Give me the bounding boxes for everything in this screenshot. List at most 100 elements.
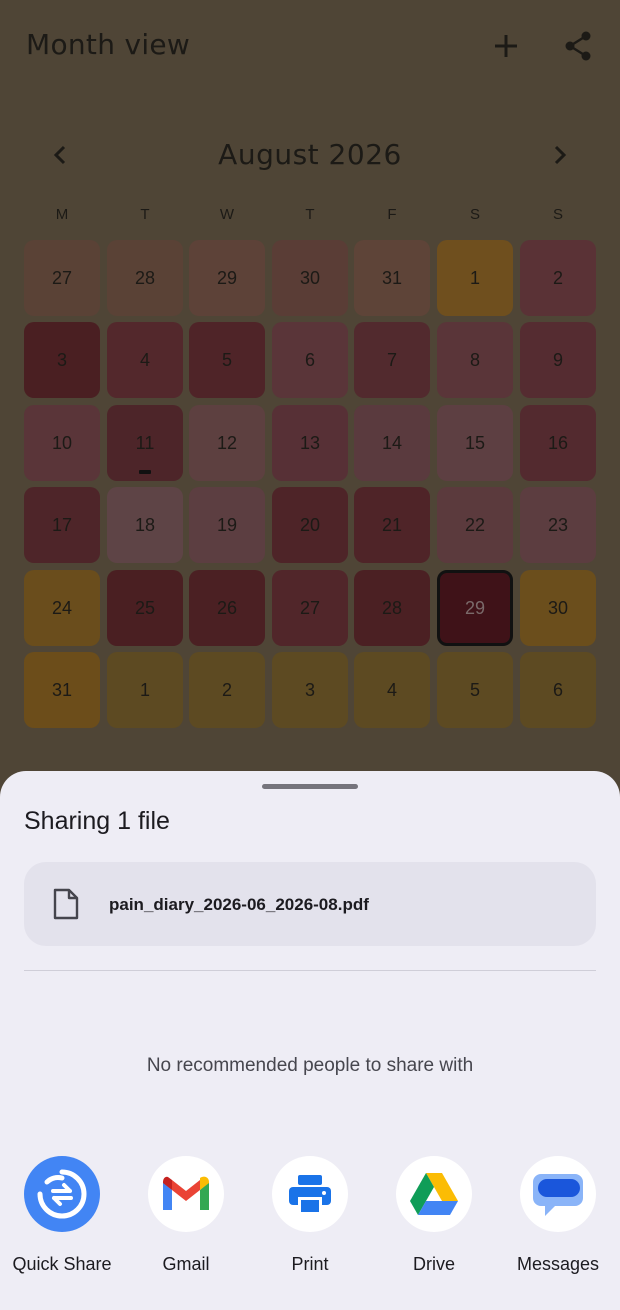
calendar-day-cell[interactable]: 30	[272, 240, 348, 316]
calendar-day-cell[interactable]: 27	[272, 570, 348, 646]
day-number: 3	[304, 679, 315, 700]
calendar-day-cell[interactable]: 5	[437, 652, 513, 728]
page-title: Month view	[26, 28, 191, 61]
share-target-quick-share[interactable]: Quick Share	[7, 1156, 117, 1296]
day-number: 21	[381, 514, 403, 535]
calendar-day-cell[interactable]: 28	[354, 570, 430, 646]
day-number: 3	[56, 349, 67, 370]
calendar-day-cell[interactable]: 9	[520, 322, 596, 398]
calendar-day-cell[interactable]: 3	[24, 322, 100, 398]
share-icon	[565, 31, 591, 61]
day-number: 4	[139, 349, 150, 370]
day-number: 6	[552, 679, 563, 700]
plus-icon	[495, 35, 517, 57]
day-number: 9	[552, 349, 563, 370]
file-icon	[53, 888, 79, 920]
share-button[interactable]	[556, 24, 600, 68]
messages-icon	[520, 1156, 596, 1232]
day-number: 15	[464, 432, 486, 453]
calendar-day-cell[interactable]: 26	[189, 570, 265, 646]
share-sheet: Sharing 1 file pain_diary_2026-06_2026-0…	[0, 771, 620, 1310]
day-number: 20	[299, 514, 321, 535]
share-target-gmail[interactable]: Gmail	[131, 1156, 241, 1296]
calendar-day-cell[interactable]: 31	[354, 240, 430, 316]
drag-handle[interactable]	[262, 784, 358, 789]
day-number: 17	[51, 514, 73, 535]
top-app-bar: Month view	[0, 0, 620, 92]
file-name: pain_diary_2026-06_2026-08.pdf	[109, 895, 369, 914]
calendar-day-cell[interactable]: 1	[437, 240, 513, 316]
day-number: 11	[135, 432, 155, 453]
share-target-print[interactable]: Print	[255, 1156, 365, 1296]
calendar-day-cell[interactable]: 12	[189, 405, 265, 481]
calendar-day-cell[interactable]: 11	[107, 405, 183, 481]
calendar-day-cell[interactable]: 19	[189, 487, 265, 563]
calendar-day-cell[interactable]: 6	[272, 322, 348, 398]
calendar-day-cell[interactable]: 10	[24, 405, 100, 481]
calendar-day-cell[interactable]: 2	[189, 652, 265, 728]
day-number: 5	[221, 349, 232, 370]
calendar-day-cell[interactable]: 13	[272, 405, 348, 481]
share-target-drive[interactable]: Drive	[379, 1156, 489, 1296]
calendar-day-cell[interactable]: 3	[272, 652, 348, 728]
weekday-label: M	[55, 206, 69, 223]
file-preview-card: pain_diary_2026-06_2026-08.pdf	[24, 862, 596, 946]
day-number: 14	[381, 432, 403, 453]
calendar-day-cell[interactable]: 24	[24, 570, 100, 646]
calendar-day-cell[interactable]: 14	[354, 405, 430, 481]
calendar-day-cell[interactable]: 23	[520, 487, 596, 563]
day-number: 13	[299, 432, 321, 453]
day-number: 27	[51, 267, 73, 288]
weekday-label: W	[219, 206, 235, 223]
share-target-messages[interactable]: Messages	[503, 1156, 613, 1296]
calendar-day-cell[interactable]: 8	[437, 322, 513, 398]
weekday-header: MTWTFSS	[0, 206, 620, 228]
weekday-label: S	[469, 206, 480, 223]
day-number: 28	[134, 267, 156, 288]
next-month-button[interactable]	[538, 133, 582, 177]
calendar-day-cell[interactable]: 28	[107, 240, 183, 316]
calendar-day-cell[interactable]: 22	[437, 487, 513, 563]
calendar-day-cell[interactable]: 29	[437, 570, 513, 646]
calendar-day-cell[interactable]: 15	[437, 405, 513, 481]
calendar-day-cell[interactable]: 7	[354, 322, 430, 398]
calendar-day-cell[interactable]: 21	[354, 487, 430, 563]
entry-marker	[139, 470, 151, 474]
calendar-day-cell[interactable]: 1	[107, 652, 183, 728]
calendar-day-cell[interactable]: 4	[107, 322, 183, 398]
calendar-day-cell[interactable]: 18	[107, 487, 183, 563]
calendar-day-cell[interactable]: 5	[189, 322, 265, 398]
calendar-day-cell[interactable]: 6	[520, 652, 596, 728]
month-header: August 2026	[0, 128, 620, 184]
add-button[interactable]	[484, 24, 528, 68]
calendar-day-cell[interactable]: 20	[272, 487, 348, 563]
day-number: 16	[547, 432, 569, 453]
calendar-day-cell[interactable]: 4	[354, 652, 430, 728]
share-target-label: Print	[291, 1254, 329, 1274]
calendar-day-cell[interactable]: 27	[24, 240, 100, 316]
day-number: 23	[547, 514, 569, 535]
share-target-label: Messages	[516, 1254, 600, 1274]
day-number: 1	[139, 679, 150, 700]
chevron-right-icon	[554, 145, 567, 165]
day-number: 10	[51, 432, 73, 453]
quick-share-icon	[24, 1156, 100, 1232]
calendar-day-cell[interactable]: 16	[520, 405, 596, 481]
day-number: 31	[51, 679, 73, 700]
calendar-day-cell[interactable]: 17	[24, 487, 100, 563]
calendar-day-cell[interactable]: 25	[107, 570, 183, 646]
calendar-day-cell[interactable]: 29	[189, 240, 265, 316]
calendar-day-cell[interactable]: 31	[24, 652, 100, 728]
share-target-label: Quick Share	[12, 1254, 112, 1274]
day-number: 28	[381, 597, 403, 618]
day-number: 5	[469, 679, 480, 700]
day-number: 22	[464, 514, 486, 535]
sheet-title: Sharing 1 file	[24, 807, 170, 835]
calendar-day-cell[interactable]: 2	[520, 240, 596, 316]
divider	[24, 970, 596, 971]
drive-icon	[396, 1156, 472, 1232]
day-number: 12	[216, 432, 238, 453]
day-number: 25	[134, 597, 156, 618]
day-number: 2	[221, 679, 232, 700]
calendar-day-cell[interactable]: 30	[520, 570, 596, 646]
